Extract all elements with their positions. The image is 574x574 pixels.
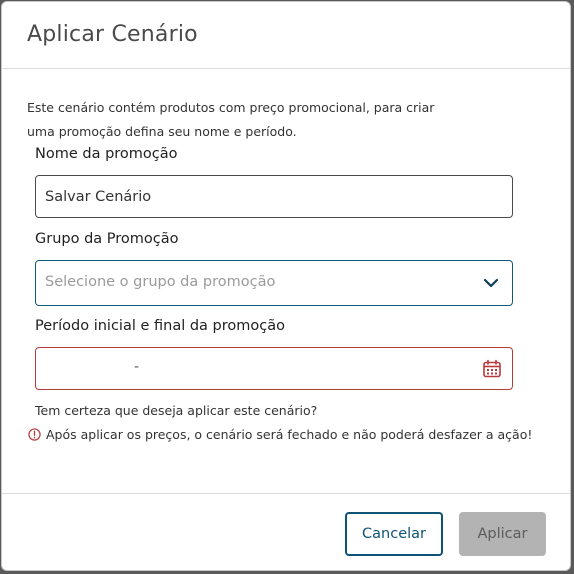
date-range-separator: - xyxy=(134,359,140,375)
apply-button[interactable]: Aplicar xyxy=(459,512,546,556)
dialog-footer: Cancelar Aplicar xyxy=(2,493,570,570)
confirmation-question: Tem certeza que deseja aplicar este cená… xyxy=(35,403,318,418)
dialog-description: Este cenário contém produtos com preço p… xyxy=(27,100,435,139)
calendar-icon[interactable] xyxy=(482,359,502,379)
warning-message: Após aplicar os preços, o cenário será f… xyxy=(28,427,532,442)
exclamation-circle-icon xyxy=(28,428,41,441)
dialog-title: Aplicar Cenário xyxy=(27,22,198,47)
promotion-period-input[interactable]: - xyxy=(35,347,513,390)
dialog-header: Aplicar Cenário xyxy=(2,2,570,69)
promotion-group-select[interactable]: Selecione o grupo da promoção xyxy=(35,260,513,306)
promotion-name-input[interactable] xyxy=(35,175,513,218)
cancel-button[interactable]: Cancelar xyxy=(345,512,443,556)
promotion-period-label: Período inicial e final da promoção xyxy=(35,318,285,334)
promotion-group-placeholder: Selecione o grupo da promoção xyxy=(45,274,276,290)
chevron-down-icon xyxy=(483,278,499,288)
promotion-group-label: Grupo da Promoção xyxy=(35,231,179,247)
warning-text: Após aplicar os preços, o cenário será f… xyxy=(46,427,533,442)
apply-scenario-dialog: Aplicar Cenário Este cenário contém prod… xyxy=(1,1,571,571)
promotion-name-label: Nome da promoção xyxy=(35,146,178,162)
